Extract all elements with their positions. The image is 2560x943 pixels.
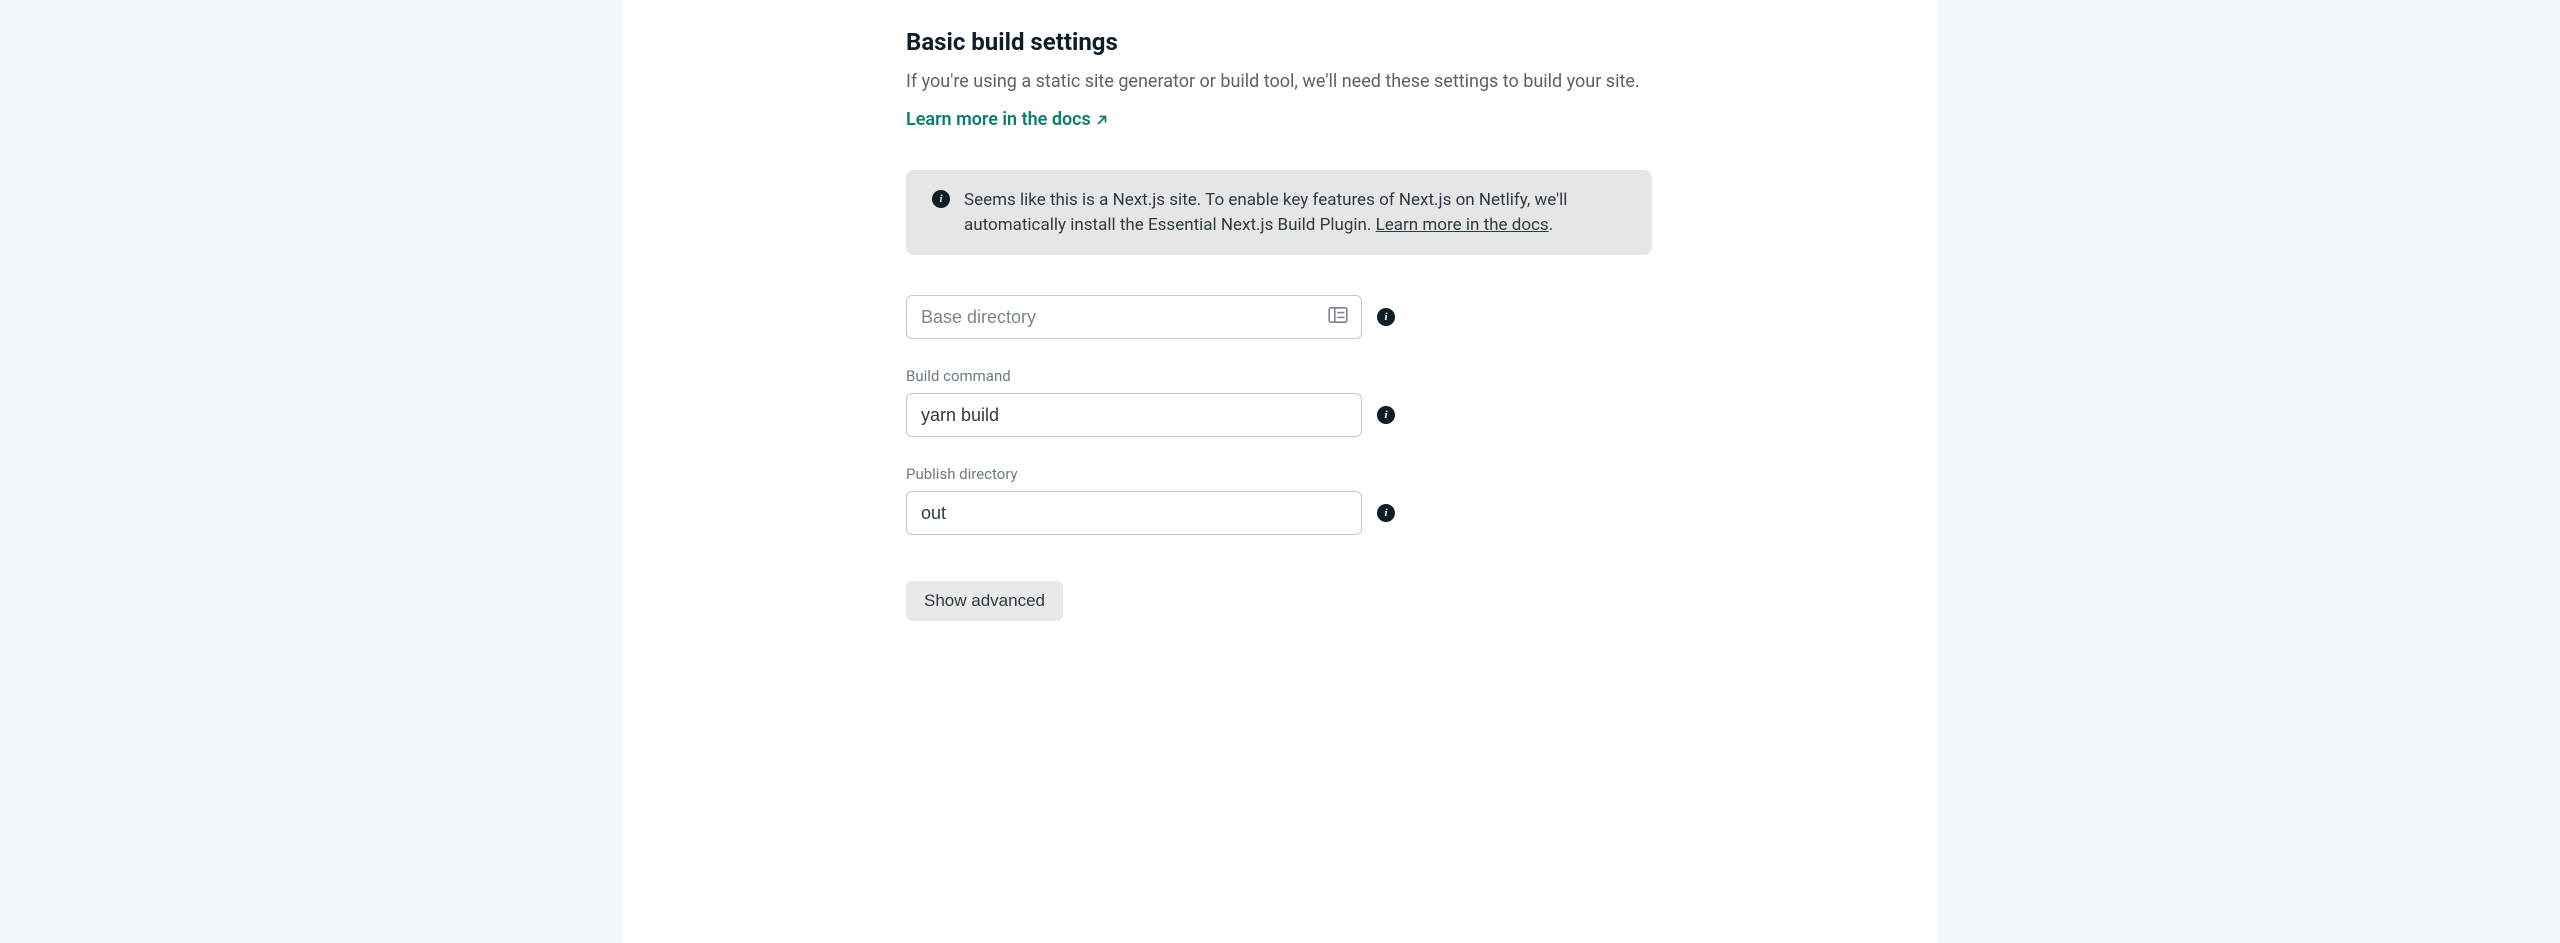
build-command-field-group: Build command i — [906, 367, 1652, 437]
info-notice-link[interactable]: Learn more in the docs — [1376, 215, 1549, 235]
section-title: Basic build settings — [906, 28, 1652, 56]
settings-panel: Basic build settings If you're using a s… — [622, 0, 1938, 943]
learn-more-link[interactable]: Learn more in the docs — [906, 109, 1109, 130]
help-icon[interactable]: i — [1377, 406, 1395, 424]
field-row: i — [906, 393, 1652, 437]
help-icon[interactable]: i — [1377, 504, 1395, 522]
input-wrap — [906, 295, 1362, 339]
build-command-label: Build command — [906, 367, 1652, 385]
info-text-after: . — [1549, 215, 1553, 235]
base-directory-input[interactable] — [906, 295, 1362, 339]
show-advanced-button[interactable]: Show advanced — [906, 581, 1063, 621]
base-directory-field-group: i — [906, 295, 1652, 339]
build-command-input[interactable] — [906, 393, 1362, 437]
publish-directory-label: Publish directory — [906, 465, 1652, 483]
info-notice-text: Seems like this is a Next.js site. To en… — [964, 188, 1626, 237]
external-link-icon — [1095, 113, 1109, 127]
learn-more-label: Learn more in the docs — [906, 109, 1091, 130]
info-icon-wrap: i — [932, 188, 950, 208]
field-row: i — [906, 295, 1652, 339]
help-icon[interactable]: i — [1377, 308, 1395, 326]
publish-directory-field-group: Publish directory i — [906, 465, 1652, 535]
info-notice: i Seems like this is a Next.js site. To … — [906, 170, 1652, 255]
field-row: i — [906, 491, 1652, 535]
publish-directory-input[interactable] — [906, 491, 1362, 535]
file-browser-icon[interactable] — [1328, 307, 1348, 327]
info-icon: i — [932, 190, 950, 208]
content-area: Basic build settings If you're using a s… — [906, 28, 1652, 621]
section-subtitle: If you're using a static site generator … — [906, 68, 1652, 95]
